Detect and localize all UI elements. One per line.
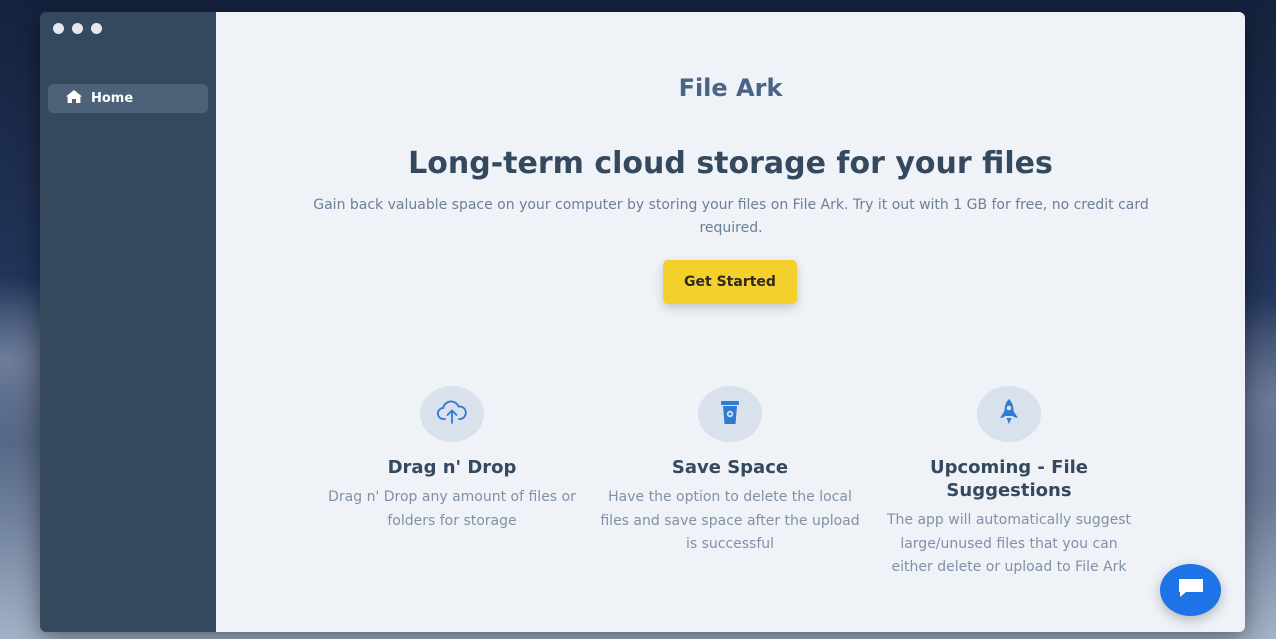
app-window: Home File Ark Long-term cloud storage fo… (40, 12, 1245, 632)
feature-title: Save Space (671, 457, 789, 478)
cloud-upload-icon (436, 399, 468, 429)
feature-title: Drag n' Drop (387, 457, 517, 478)
get-started-button[interactable]: Get Started (663, 260, 797, 304)
feature-file-suggestions: Upcoming - File Suggestions The app will… (879, 386, 1139, 580)
close-window-button[interactable] (53, 23, 64, 34)
feature-icon-container (698, 386, 762, 442)
chat-widget-button[interactable] (1160, 564, 1221, 616)
sidebar-item-label: Home (91, 91, 134, 106)
sidebar-item-home[interactable]: Home (48, 84, 208, 113)
feature-description: Have the option to delete the local file… (600, 489, 860, 552)
feature-description: Drag n' Drop any amount of files or fold… (328, 489, 576, 529)
hero-headline: Long-term cloud storage for your files (408, 146, 1053, 181)
trash-bin-icon (718, 398, 742, 430)
main-content: File Ark Long-term cloud storage for you… (216, 12, 1245, 632)
home-icon (65, 89, 83, 108)
sidebar: Home (40, 12, 216, 632)
feature-drag-n-drop: Drag n' Drop Drag n' Drop any amount of … (322, 386, 582, 533)
feature-save-space: Save Space Have the option to delete the… (600, 386, 860, 557)
rocket-icon (996, 397, 1022, 431)
feature-icon-container (977, 386, 1041, 442)
app-title: File Ark (678, 74, 783, 102)
zoom-window-button[interactable] (91, 23, 102, 34)
hero-subtitle: Gain back valuable space on your compute… (313, 197, 1149, 236)
feature-title: Upcoming - File Suggestions (929, 457, 1088, 501)
window-controls (53, 23, 102, 34)
feature-description: The app will automatically suggest large… (886, 512, 1132, 575)
feature-icon-container (420, 386, 484, 442)
minimize-window-button[interactable] (72, 23, 83, 34)
chat-bubble-icon (1176, 576, 1206, 604)
